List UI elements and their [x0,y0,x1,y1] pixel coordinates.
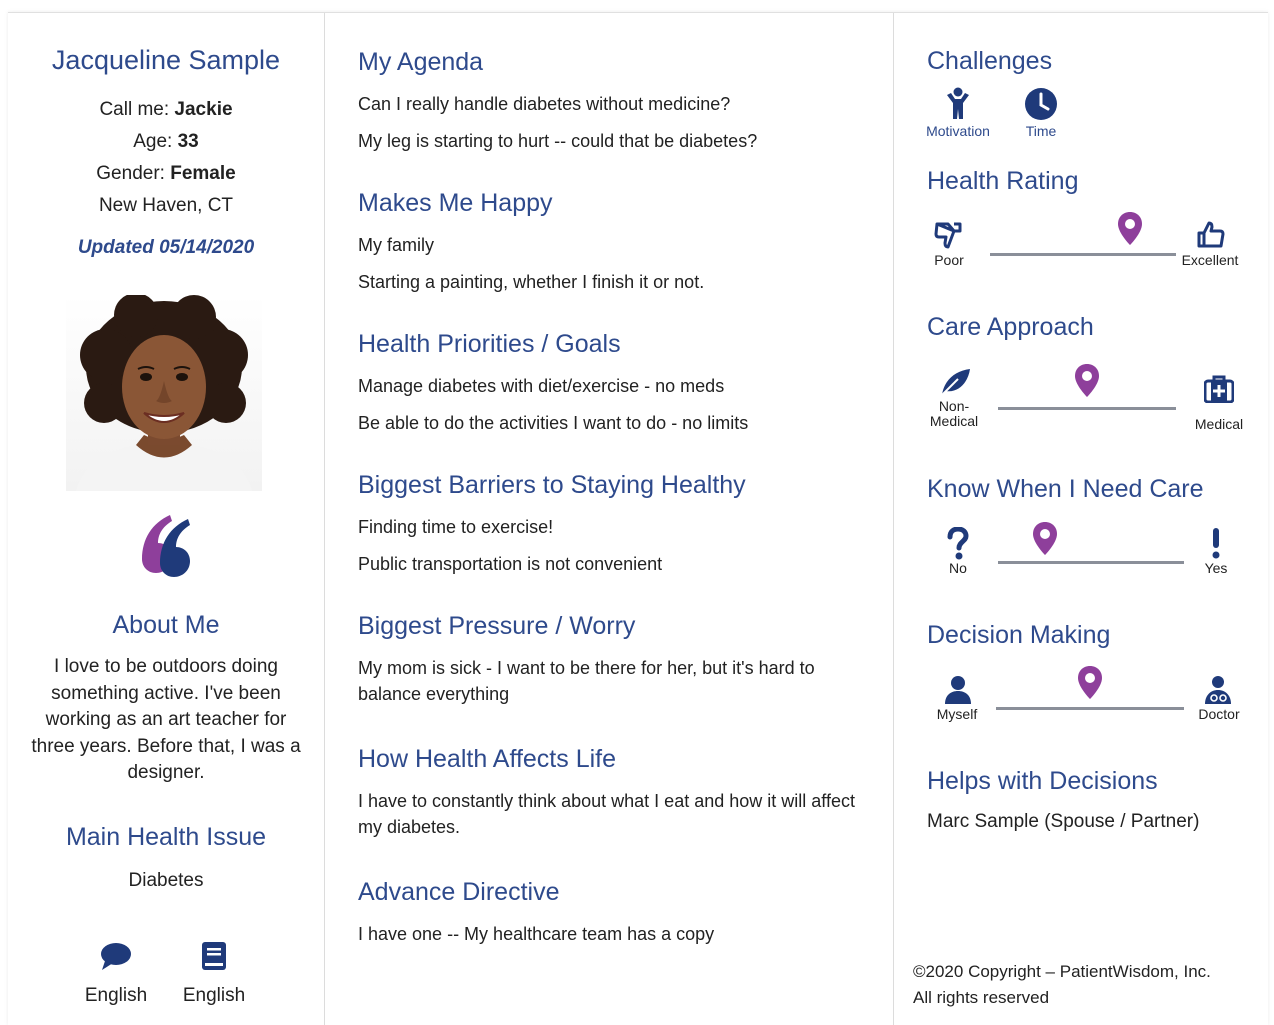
gender-label: Gender: [96,163,165,184]
age-value: 33 [177,131,199,152]
book-icon [202,942,226,970]
challenges-heading: Challenges [927,47,1053,75]
location: New Haven, CT [98,195,234,216]
know-care-heading: Know When I Need Care [927,475,1204,503]
updated-date: Updated 05/14/2020 [77,237,255,258]
speech-bubble-icon [101,943,131,970]
directive-heading: Advance Directive [358,878,560,906]
copyright-text: ©2020 Copyright – PatientWisdom, Inc. [913,962,1211,981]
priorities-item: Be able to do the activities I want to d… [358,413,749,433]
pressure-heading: Biggest Pressure / Worry [358,612,636,640]
profile-card: Jacqueline Sample Call me: Jackie Age: 3… [8,12,1268,1025]
health-rating-scale: Poor Excellent [894,209,1268,279]
scale-high-label: Doctor [1198,706,1240,722]
helps-decisions-heading: Helps with Decisions [927,767,1158,795]
know-care-scale: No Yes [894,519,1268,589]
barriers-heading: Biggest Barriers to Staying Healthy [358,471,746,499]
happy-item: My family [358,235,434,255]
health-rating-heading: Health Rating [927,167,1079,195]
question-mark-icon [947,527,969,560]
affects-section: How Health Affects Life I have to consta… [358,744,878,840]
map-pin-icon [1075,364,1099,397]
narrative-column: My Agenda Can I really handle diabetes w… [325,13,894,1025]
care-approach-heading: Care Approach [927,313,1094,341]
map-pin-icon [1117,212,1142,245]
scale-high-label: Excellent [1181,252,1239,268]
directive-item: I have one -- My healthcare team has a c… [358,924,715,944]
affects-text: I have to constantly think about what I … [358,791,855,837]
main-health-issue-value: Diabetes [128,870,204,891]
barriers-item: Finding time to exercise! [358,517,554,537]
scale-track [998,407,1176,410]
happy-heading: Makes Me Happy [358,189,553,217]
pressure-section: Biggest Pressure / Worry My mom is sick … [358,611,878,707]
happy-section: Makes Me Happy My family Starting a pain… [358,188,878,306]
scale-low-label: Myself [936,706,978,722]
patient-name: Jacqueline Sample [51,45,281,75]
scale-track [998,561,1184,564]
agenda-heading: My Agenda [358,48,484,76]
decision-making-heading: Decision Making [927,621,1111,649]
spoken-language-label: English [84,985,148,1006]
about-me-heading: About Me [112,611,220,639]
age-label: Age: [133,131,173,152]
rights-text: All rights reserved [913,988,1050,1007]
call-me-row: Call me: Jackie [8,99,324,121]
written-language-label: English [182,985,246,1006]
scale-low-label: Non-Medical [929,398,979,429]
patient-photo [66,295,262,491]
clock-icon [1025,88,1057,120]
person-raised-arms-icon [947,87,969,119]
exclamation-icon [1212,528,1220,559]
challenge-time: Time [1012,87,1070,139]
pressure-text: My mom is sick - I want to be there for … [358,658,815,704]
challenge-label: Time [1025,123,1057,139]
main-health-issue-heading: Main Health Issue [65,823,267,851]
scale-high-label: Yes [1204,560,1228,576]
map-pin-icon [1032,522,1057,555]
barriers-section: Biggest Barriers to Staying Healthy Find… [358,470,878,588]
challenge-label: Motivation [926,123,990,139]
gender-value: Female [170,163,236,184]
medical-kit-icon [1204,375,1234,403]
care-approach-scale: Non-Medical Medical [894,359,1268,432]
directive-section: Advance Directive I have one -- My healt… [358,877,878,958]
profile-column: Jacqueline Sample Call me: Jackie Age: 3… [8,13,325,1025]
age-row: Age: 33 [8,131,324,153]
doctor-icon [1205,676,1231,704]
thumbs-up-icon [1197,221,1225,248]
helps-decisions-value: Marc Sample (Spouse / Partner) [927,811,1200,832]
gender-row: Gender: Female [8,163,324,185]
call-me-label: Call me: [99,99,170,120]
priorities-section: Health Priorities / Goals Manage diabete… [358,329,878,447]
challenge-motivation: Motivation [920,87,996,139]
thumbs-down-icon [934,222,962,249]
affects-heading: How Health Affects Life [358,745,617,773]
scale-track [990,253,1176,256]
barriers-item: Public transportation is not convenient [358,554,663,574]
happy-item: Starting a painting, whether I finish it… [358,272,705,292]
agenda-item: My leg is starting to hurt -- could that… [358,131,758,151]
agenda-section: My Agenda Can I really handle diabetes w… [358,47,878,165]
quote-icon [142,515,190,577]
map-pin-icon [1078,666,1102,699]
call-me-value: Jackie [174,99,233,120]
scale-low-label: Poor [934,252,964,268]
written-language: English [164,941,264,1007]
priorities-item: Manage diabetes with diet/exercise - no … [358,376,725,396]
priorities-heading: Health Priorities / Goals [358,330,621,358]
preferences-column: Challenges Motivation Time Health Rating… [894,13,1268,1025]
copyright-footer: ©2020 Copyright – PatientWisdom, Inc. Al… [913,959,1211,1011]
person-icon [945,676,971,704]
about-me-text: I love to be outdoors doing something ac… [31,656,301,783]
agenda-item: Can I really handle diabetes without med… [358,94,731,114]
scale-low-label: No [949,560,967,576]
leaf-icon [941,369,970,396]
scale-track [996,707,1184,710]
decision-making-scale: Myself Doctor [894,665,1268,735]
spoken-language: English [66,941,166,1007]
scale-high-label: Medical [1194,416,1244,432]
